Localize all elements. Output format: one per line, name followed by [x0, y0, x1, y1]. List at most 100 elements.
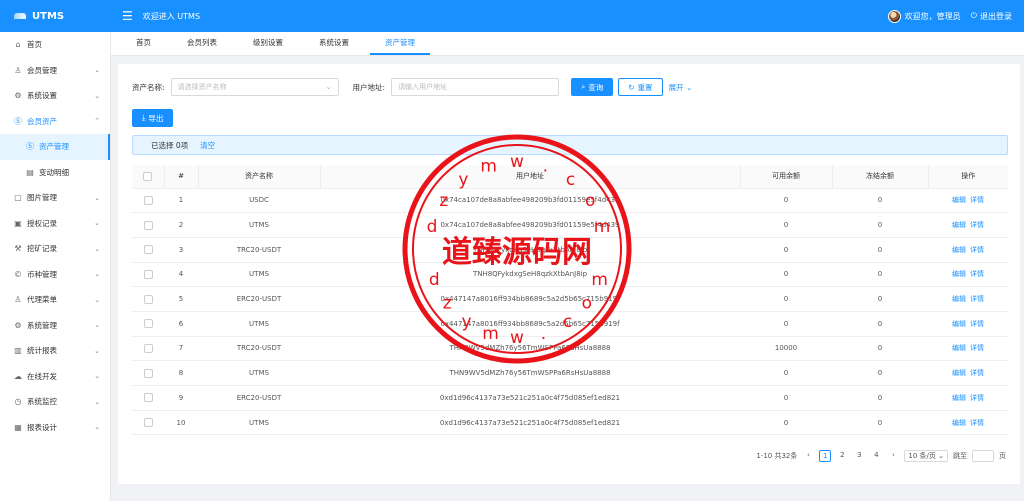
- sidebar-item-currency[interactable]: © 币种管理 ⌄: [0, 262, 110, 288]
- app-name: UTMS: [32, 10, 65, 22]
- sidebar-item-online-dev[interactable]: ☁ 在线开发 ⌄: [0, 364, 110, 390]
- tab-home[interactable]: 首页: [121, 31, 166, 55]
- table-row: 10 UTMS 0xd1d96c4137a73e521c251a0c4f75d085…: [132, 410, 1008, 436]
- detail-link[interactable]: 详情: [970, 246, 984, 254]
- coin-icon: ©: [14, 269, 22, 279]
- col-available-balance: 可用余额: [740, 165, 833, 189]
- sidebar-item-members[interactable]: ♙ 会员管理 ⌄: [0, 58, 110, 84]
- expand-toggle[interactable]: 展开 ⌄: [669, 82, 693, 93]
- jump-page-input[interactable]: [972, 450, 994, 462]
- edit-link[interactable]: 编辑: [952, 295, 966, 303]
- edit-link[interactable]: 编辑: [952, 344, 966, 352]
- export-button[interactable]: ⤓ 导出: [132, 109, 174, 127]
- detail-link[interactable]: 详情: [970, 270, 984, 278]
- edit-link[interactable]: 编辑: [952, 221, 966, 229]
- row-frozen-balance: 0: [832, 212, 928, 238]
- clear-selection-link[interactable]: 清空: [200, 140, 215, 151]
- detail-link[interactable]: 详情: [970, 320, 984, 328]
- select-all-cell: [132, 165, 165, 189]
- menu-toggle-icon[interactable]: ☰: [122, 9, 133, 23]
- sidebar-item-monitor[interactable]: ◷ 系统监控 ⌄: [0, 389, 110, 415]
- row-user-address: 0x74ca107de8a8abfee498209b3fd01159e5f4d4…: [320, 212, 740, 238]
- monitor-icon: ◷: [14, 397, 22, 407]
- sidebar-item-auth-records[interactable]: ▣ 授权记录 ⌄: [0, 211, 110, 237]
- detail-link[interactable]: 详情: [970, 295, 984, 303]
- detail-link[interactable]: 详情: [970, 196, 984, 204]
- row-available-balance: 0: [740, 385, 832, 411]
- edit-link[interactable]: 编辑: [952, 419, 966, 427]
- row-checkbox[interactable]: [143, 269, 153, 279]
- user-icon: ♙: [14, 295, 22, 305]
- row-frozen-balance: 0: [832, 188, 928, 214]
- select-all-checkbox[interactable]: [143, 171, 153, 181]
- user-menu[interactable]: 欢迎您，管理员: [887, 9, 961, 23]
- row-checkbox[interactable]: [143, 368, 153, 378]
- search-button[interactable]: ⌕ 查询: [571, 78, 614, 96]
- row-user-address: 0x447147a8016ff934bb8689c5a2d5b65c715b91…: [320, 286, 740, 312]
- user-address-input[interactable]: [391, 78, 560, 96]
- content-card: 资产名称: 请选择资产名称 ⌄ 用户地址: ⌕ 查询 ↻ 重置 展开 ⌄ ⤓ 导…: [118, 64, 1020, 484]
- sidebar-item-asset-management[interactable]: Ⓢ 资产管理: [0, 134, 110, 160]
- row-frozen-balance: 0: [832, 311, 928, 337]
- row-checkbox[interactable]: [143, 418, 153, 428]
- col-frozen-balance: 冻结余额: [832, 165, 929, 189]
- asset-name-select[interactable]: 请选择资产名称 ⌄: [170, 78, 339, 96]
- page-2[interactable]: 2: [836, 450, 848, 462]
- download-icon: ⤓: [142, 113, 146, 122]
- row-checkbox[interactable]: [143, 319, 153, 329]
- detail-link[interactable]: 详情: [970, 369, 984, 377]
- chevron-down-icon: ⌄: [94, 346, 100, 355]
- edit-link[interactable]: 编辑: [952, 320, 966, 328]
- col-index: #: [164, 165, 199, 189]
- page-4[interactable]: 4: [870, 450, 882, 462]
- row-checkbox[interactable]: [143, 195, 153, 205]
- tab-member-list[interactable]: 会员列表: [172, 31, 232, 55]
- tab-level-settings[interactable]: 级别设置: [238, 31, 298, 55]
- asset-name-label: 资产名称:: [132, 82, 165, 92]
- detail-link[interactable]: 详情: [970, 221, 984, 229]
- sidebar-item-agent-menu[interactable]: ♙ 代理菜单 ⌄: [0, 287, 110, 313]
- row-checkbox[interactable]: [143, 245, 153, 255]
- logout-button[interactable]: ⏻ 退出登录: [971, 11, 1012, 22]
- page-size-select[interactable]: 10 条/页 ⌄: [904, 450, 948, 462]
- edit-link[interactable]: 编辑: [952, 394, 966, 402]
- logout-label: 退出登录: [980, 11, 1012, 21]
- edit-link[interactable]: 编辑: [952, 196, 966, 204]
- row-checkbox[interactable]: [143, 220, 153, 230]
- detail-link[interactable]: 详情: [970, 344, 984, 352]
- page-1[interactable]: 1: [819, 450, 832, 462]
- sidebar-item-stats[interactable]: ▥ 统计报表 ⌄: [0, 338, 110, 364]
- sidebar-item-images[interactable]: ▢ 图片管理 ⌄: [0, 185, 110, 211]
- row-asset-name: UTMS: [198, 410, 320, 436]
- table-header-row: # 资产名称 用户地址 可用余额 冻结余额 操作: [132, 165, 1008, 189]
- sidebar-item-home[interactable]: ⌂ 首页: [0, 32, 110, 58]
- detail-link[interactable]: 详情: [970, 394, 984, 402]
- edit-link[interactable]: 编辑: [952, 246, 966, 254]
- asset-name-placeholder: 请选择资产名称: [177, 83, 227, 91]
- sidebar-item-report-design[interactable]: ▦ 报表设计 ⌄: [0, 415, 110, 441]
- detail-link[interactable]: 详情: [970, 419, 984, 427]
- app-logo[interactable]: UTMS: [0, 11, 110, 22]
- reset-button[interactable]: ↻ 重置: [618, 78, 663, 96]
- tab-system-settings[interactable]: 系统设置: [304, 31, 364, 55]
- row-index: 5: [164, 286, 198, 312]
- row-asset-name: USDC: [198, 188, 320, 214]
- sidebar-item-settings[interactable]: ⚙ 系统设置 ⌄: [0, 83, 110, 109]
- sidebar-item-mining-records[interactable]: ⚒ 挖矿记录 ⌄: [0, 236, 110, 262]
- sidebar-item-system-admin[interactable]: ⚙ 系统管理 ⌄: [0, 313, 110, 339]
- tab-asset-management[interactable]: 资产管理: [370, 31, 430, 55]
- edit-link[interactable]: 编辑: [952, 369, 966, 377]
- row-checkbox[interactable]: [143, 343, 153, 353]
- row-user-address: THN9WV5dMZh76y56TmWSPPa6RsHsUa8888: [320, 336, 740, 362]
- prev-page-icon[interactable]: ‹: [802, 450, 814, 462]
- sidebar-item-change-details[interactable]: ▤ 变动明细: [0, 160, 110, 186]
- edit-link[interactable]: 编辑: [952, 270, 966, 278]
- next-page-icon[interactable]: ›: [887, 450, 899, 462]
- row-frozen-balance: 0: [832, 262, 928, 288]
- sidebar-item-member-assets[interactable]: Ⓢ 会员资产 ⌃: [0, 109, 110, 135]
- page-3[interactable]: 3: [853, 450, 865, 462]
- row-checkbox[interactable]: [143, 393, 153, 403]
- row-checkbox[interactable]: [143, 294, 153, 304]
- row-available-balance: 0: [740, 212, 832, 238]
- row-available-balance: 0: [740, 311, 832, 337]
